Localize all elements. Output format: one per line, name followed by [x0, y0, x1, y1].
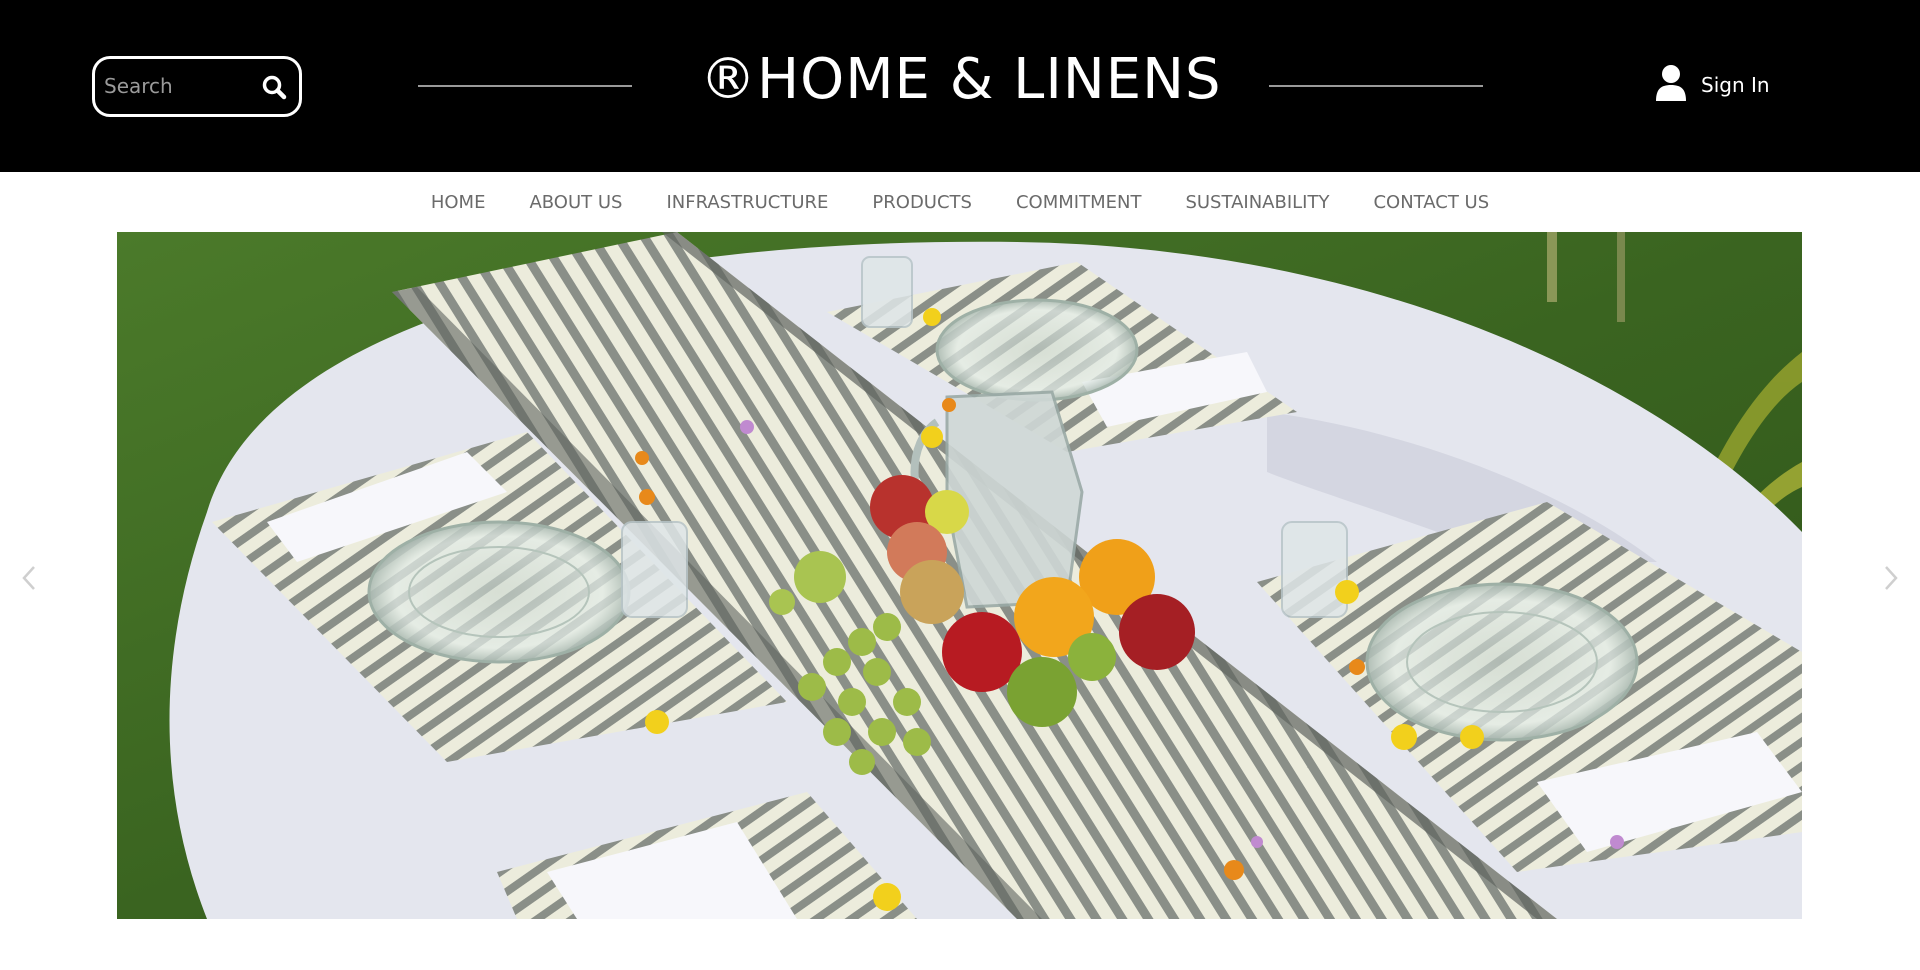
site-logo[interactable]: ®HOME & LINENS — [700, 44, 1221, 116]
nav-item-products[interactable]: PRODUCTS — [850, 192, 994, 213]
site-header: ®HOME & LINENS Sign In — [0, 0, 1920, 172]
sign-in-label: Sign In — [1701, 73, 1770, 97]
main-nav: HOME ABOUT US INFRASTRUCTURE PRODUCTS CO… — [0, 172, 1920, 232]
search-box — [92, 56, 302, 117]
header-divider-right — [1269, 85, 1483, 87]
sign-in-link[interactable]: Sign In — [1655, 64, 1770, 106]
nav-item-sustainability[interactable]: SUSTAINABILITY — [1163, 192, 1351, 213]
nav-item-infrastructure[interactable]: INFRASTRUCTURE — [644, 192, 850, 213]
nav-item-home[interactable]: HOME — [409, 192, 508, 213]
search-icon[interactable] — [259, 72, 291, 104]
slider-next-button[interactable] — [1876, 560, 1906, 600]
chevron-right-icon — [1883, 564, 1899, 596]
slider-prev-button[interactable] — [14, 560, 44, 600]
user-icon — [1655, 64, 1687, 106]
nav-item-about-us[interactable]: ABOUT US — [507, 192, 644, 213]
chevron-left-icon — [21, 564, 37, 596]
header-divider-left — [418, 85, 632, 87]
nav-item-commitment[interactable]: COMMITMENT — [994, 192, 1163, 213]
nav-item-contact-us[interactable]: CONTACT US — [1351, 192, 1511, 213]
search-input[interactable] — [104, 71, 254, 101]
hero-slide-image — [117, 232, 1802, 919]
